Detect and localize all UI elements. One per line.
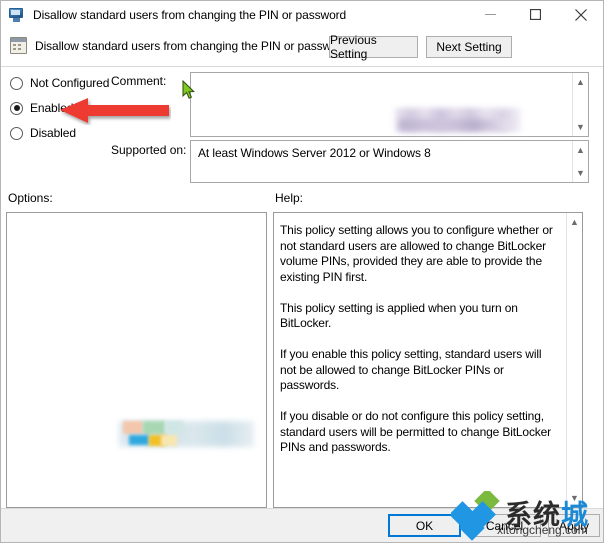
apply-button[interactable]: Apply	[548, 514, 600, 537]
scroll-up-icon[interactable]: ▲	[573, 75, 588, 89]
radio-disabled[interactable]: Disabled	[10, 125, 76, 141]
radio-enabled-indicator	[10, 101, 23, 115]
redacted-swatch	[123, 421, 143, 434]
policy-setting-dialog: Disallow standard users from changing th…	[0, 0, 604, 543]
close-icon[interactable]	[558, 1, 603, 28]
ok-button[interactable]: OK	[388, 514, 461, 537]
scroll-down-icon[interactable]: ▼	[567, 491, 582, 505]
radio-not-configured-label: Not Configured	[30, 76, 110, 90]
minimize-icon[interactable]	[468, 1, 513, 28]
help-scrollbar[interactable]: ▲ ▼	[566, 213, 582, 507]
maximize-icon[interactable]	[513, 1, 558, 28]
redacted-swatch	[165, 421, 183, 434]
help-text: This policy setting allows you to config…	[280, 223, 553, 454]
supported-on-label: Supported on:	[111, 143, 187, 157]
help-panel: This policy setting allows you to config…	[273, 212, 583, 508]
radio-disabled-indicator	[10, 126, 23, 140]
supported-on-input[interactable]: At least Windows Server 2012 or Windows …	[190, 140, 589, 183]
window-title: Disallow standard users from changing th…	[33, 7, 347, 22]
title-bar: Disallow standard users from changing th…	[1, 1, 603, 28]
supported-on-scrollbar[interactable]: ▲ ▼	[572, 141, 588, 182]
radio-not-configured[interactable]: Not Configured	[10, 75, 109, 91]
scroll-up-icon[interactable]: ▲	[567, 215, 582, 229]
redacted-swatch	[129, 435, 149, 445]
options-label: Options:	[8, 191, 53, 205]
radio-enabled-label: Enabled	[30, 101, 74, 115]
setting-header-bar: Disallow standard users from changing th…	[1, 28, 603, 67]
help-label: Help:	[275, 191, 304, 205]
window-controls	[468, 1, 603, 28]
setting-name: Disallow standard users from changing th…	[35, 39, 349, 53]
options-panel[interactable]	[6, 212, 267, 508]
radio-enabled[interactable]: Enabled	[10, 100, 73, 116]
radio-disabled-label: Disabled	[30, 126, 76, 140]
previous-setting-button[interactable]: Previous Setting	[329, 33, 418, 61]
comment-label: Comment:	[111, 74, 167, 88]
scroll-down-icon[interactable]: ▼	[573, 120, 588, 134]
dialog-footer: OK Cancel Apply	[1, 508, 603, 542]
monitor-icon	[9, 7, 25, 23]
cancel-button[interactable]: Cancel	[468, 514, 541, 537]
next-setting-button[interactable]: Next Setting	[426, 36, 512, 58]
comment-input[interactable]: ▲ ▼	[190, 72, 589, 137]
redacted-swatch	[161, 435, 177, 446]
radio-not-configured-indicator	[10, 76, 23, 90]
policy-setting-icon	[10, 37, 27, 54]
scroll-down-icon[interactable]: ▼	[573, 166, 588, 180]
comment-scrollbar[interactable]: ▲ ▼	[572, 73, 588, 136]
red-arrow-annotation	[60, 98, 169, 123]
redacted-swatch	[143, 421, 165, 434]
supported-on-value: At least Windows Server 2012 or Windows …	[198, 146, 431, 160]
scroll-up-icon[interactable]: ▲	[573, 143, 588, 157]
